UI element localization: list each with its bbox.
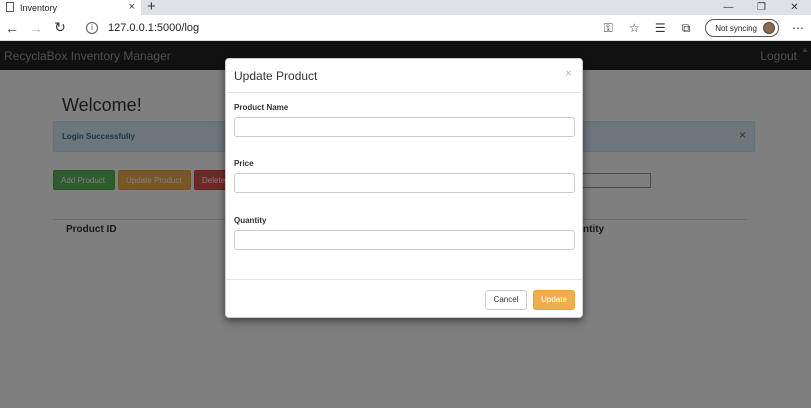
modal-footer-divider bbox=[226, 279, 582, 280]
cancel-button[interactable]: Cancel bbox=[485, 290, 527, 310]
forward-icon[interactable]: → bbox=[24, 20, 48, 36]
sync-button[interactable]: Not syncing bbox=[705, 19, 779, 37]
new-tab-button[interactable]: + bbox=[147, 0, 156, 15]
modal-close-icon[interactable]: × bbox=[565, 66, 572, 80]
update-button[interactable]: Update bbox=[533, 290, 575, 310]
restore-button[interactable]: ❐ bbox=[745, 0, 778, 15]
refresh-icon[interactable]: ↻ bbox=[48, 19, 72, 36]
quantity-field[interactable] bbox=[234, 230, 575, 250]
product-name-field[interactable] bbox=[234, 117, 575, 137]
browser-tab[interactable]: Inventory × bbox=[0, 0, 141, 15]
browser-tab-bar: Inventory × + — ❐ ✕ bbox=[0, 0, 811, 15]
minimize-button[interactable]: — bbox=[712, 0, 745, 15]
quantity-label: Quantity bbox=[234, 216, 267, 225]
address-bar[interactable]: i 127.0.0.1:5000/log bbox=[86, 18, 666, 38]
back-icon[interactable]: ← bbox=[0, 20, 24, 36]
avatar bbox=[763, 22, 775, 34]
url-text[interactable]: 127.0.0.1:5000/log bbox=[108, 22, 199, 34]
key-icon[interactable]: ⚿ bbox=[595, 21, 621, 36]
update-product-modal: Update Product × Product Name Price Quan… bbox=[225, 58, 583, 318]
browser-toolbar: ← → ↻ i 127.0.0.1:5000/log ⚿ ☆ ☰ ⧉ Not s… bbox=[0, 15, 811, 41]
more-icon[interactable]: ⋯ bbox=[785, 21, 811, 35]
product-name-label: Product Name bbox=[234, 103, 289, 112]
document-icon bbox=[6, 1, 14, 12]
window-controls: — ❐ ✕ bbox=[712, 0, 811, 15]
modal-title: Update Product bbox=[234, 69, 318, 83]
favorites-icon[interactable]: ☰ bbox=[647, 21, 673, 35]
price-label: Price bbox=[234, 159, 254, 168]
collections-icon[interactable]: ⧉ bbox=[673, 21, 699, 36]
star-icon[interactable]: ☆ bbox=[621, 21, 647, 35]
tab-close-icon[interactable]: × bbox=[129, 1, 135, 13]
info-icon[interactable]: i bbox=[86, 22, 98, 34]
price-field[interactable] bbox=[234, 173, 575, 193]
tab-title: Inventory bbox=[20, 2, 58, 13]
sync-label: Not syncing bbox=[715, 23, 757, 33]
close-window-button[interactable]: ✕ bbox=[778, 0, 811, 15]
modal-header-divider bbox=[226, 92, 582, 93]
